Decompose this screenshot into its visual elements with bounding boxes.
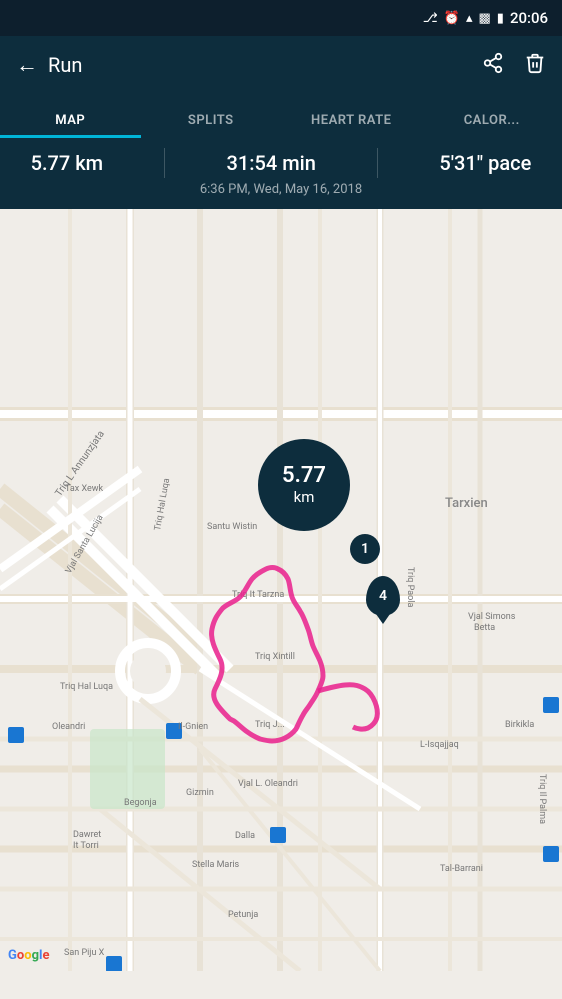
svg-text:Triq Il Palma: Triq Il Palma: [537, 774, 547, 824]
delete-icon[interactable]: [524, 52, 546, 79]
svg-text:It Torri: It Torri: [73, 841, 99, 851]
svg-text:Triq J...: Triq J...: [255, 720, 285, 730]
svg-text:Begonja: Begonja: [124, 798, 157, 808]
svg-text:Santu Wistin: Santu Wistin: [207, 522, 257, 532]
svg-text:Tal-Barrani: Tal-Barrani: [440, 864, 483, 874]
signal-icon: ▩: [478, 11, 490, 26]
stat-duration: 31:54 min: [227, 151, 316, 175]
battery-icon: ▮: [497, 11, 504, 26]
tab-map[interactable]: MAP: [0, 113, 141, 138]
svg-text:Il-Gnien: Il-Gnien: [178, 722, 208, 732]
stats-row: 5.77 km 31:54 min 5'31" pace: [0, 148, 562, 178]
svg-text:Triq Hal Luqa: Triq Hal Luqa: [60, 682, 113, 692]
status-bar: ⎇ ⏰ ▴ ▩ ▮ 20:06: [0, 0, 562, 36]
stats-bar: 5.77 km 31:54 min 5'31" pace 6:36 PM, We…: [0, 138, 562, 209]
svg-text:Birkikla: Birkikla: [505, 720, 534, 730]
status-time: 20:06: [510, 9, 548, 27]
svg-text:Triq Paola: Triq Paola: [405, 567, 415, 607]
svg-text:Dalla: Dalla: [235, 831, 255, 841]
app-header: ← Run: [0, 36, 562, 94]
svg-text:Gizmin: Gizmin: [186, 788, 214, 798]
tab-splits[interactable]: SPLITS: [141, 113, 282, 138]
svg-text:Vjal L. Oleandri: Vjal L. Oleandri: [238, 779, 298, 789]
svg-text:San Piju X: San Piju X: [64, 948, 105, 958]
bubble-distance: 5.77: [282, 464, 326, 488]
distance-value: 5.77 km: [31, 151, 103, 175]
svg-text:Betta: Betta: [474, 623, 495, 633]
distance-bubble: 5.77 km: [258, 439, 350, 531]
tab-heart-rate[interactable]: HEART RATE: [281, 113, 422, 138]
stat-distance: 5.77 km: [31, 151, 103, 175]
alarm-icon: ⏰: [444, 11, 460, 26]
stats-date: 6:36 PM, Wed, May 16, 2018: [0, 178, 562, 203]
header-left: ← Run: [16, 52, 82, 78]
svg-text:Triq Xintill: Triq Xintill: [255, 652, 295, 662]
svg-text:Oleandri: Oleandri: [52, 722, 85, 732]
duration-value: 31:54 min: [227, 151, 316, 175]
pace-value: 5'31" pace: [439, 151, 531, 175]
svg-text:Dawret: Dawret: [73, 830, 101, 840]
back-button[interactable]: ←: [16, 52, 38, 78]
stat-divider-2: [377, 148, 378, 178]
bluetooth-icon: ⎇: [423, 11, 438, 26]
stat-pace: 5'31" pace: [439, 151, 531, 175]
svg-text:Tax Xewk: Tax Xewk: [65, 484, 104, 494]
google-watermark: G o o g l e: [8, 948, 49, 963]
waypoint-marker-4: 4: [366, 576, 400, 616]
waypoint-marker-1: 1: [350, 534, 380, 564]
svg-text:Tarxien: Tarxien: [445, 496, 488, 511]
wifi-icon: ▴: [466, 11, 473, 26]
bubble-unit: km: [294, 488, 315, 506]
svg-text:Petunja: Petunja: [228, 910, 258, 920]
svg-text:L-Isqajjaq: L-Isqajjaq: [420, 740, 459, 750]
stat-divider-1: [164, 148, 165, 178]
page-title: Run: [48, 53, 82, 77]
status-icons: ⎇ ⏰ ▴ ▩ ▮ 20:06: [423, 9, 548, 27]
share-icon[interactable]: [482, 52, 504, 79]
svg-text:Stella Maris: Stella Maris: [192, 860, 240, 870]
tab-calories[interactable]: CALOR...: [422, 113, 562, 138]
map-svg: Triq L Annunzjata Triq Hal Luqa Santu Wi…: [0, 209, 562, 971]
header-right: [482, 52, 546, 79]
svg-text:Vjal Simons: Vjal Simons: [468, 612, 516, 622]
map-container[interactable]: Triq L Annunzjata Triq Hal Luqa Santu Wi…: [0, 209, 562, 971]
tab-bar: MAP SPLITS HEART RATE CALOR...: [0, 94, 562, 138]
